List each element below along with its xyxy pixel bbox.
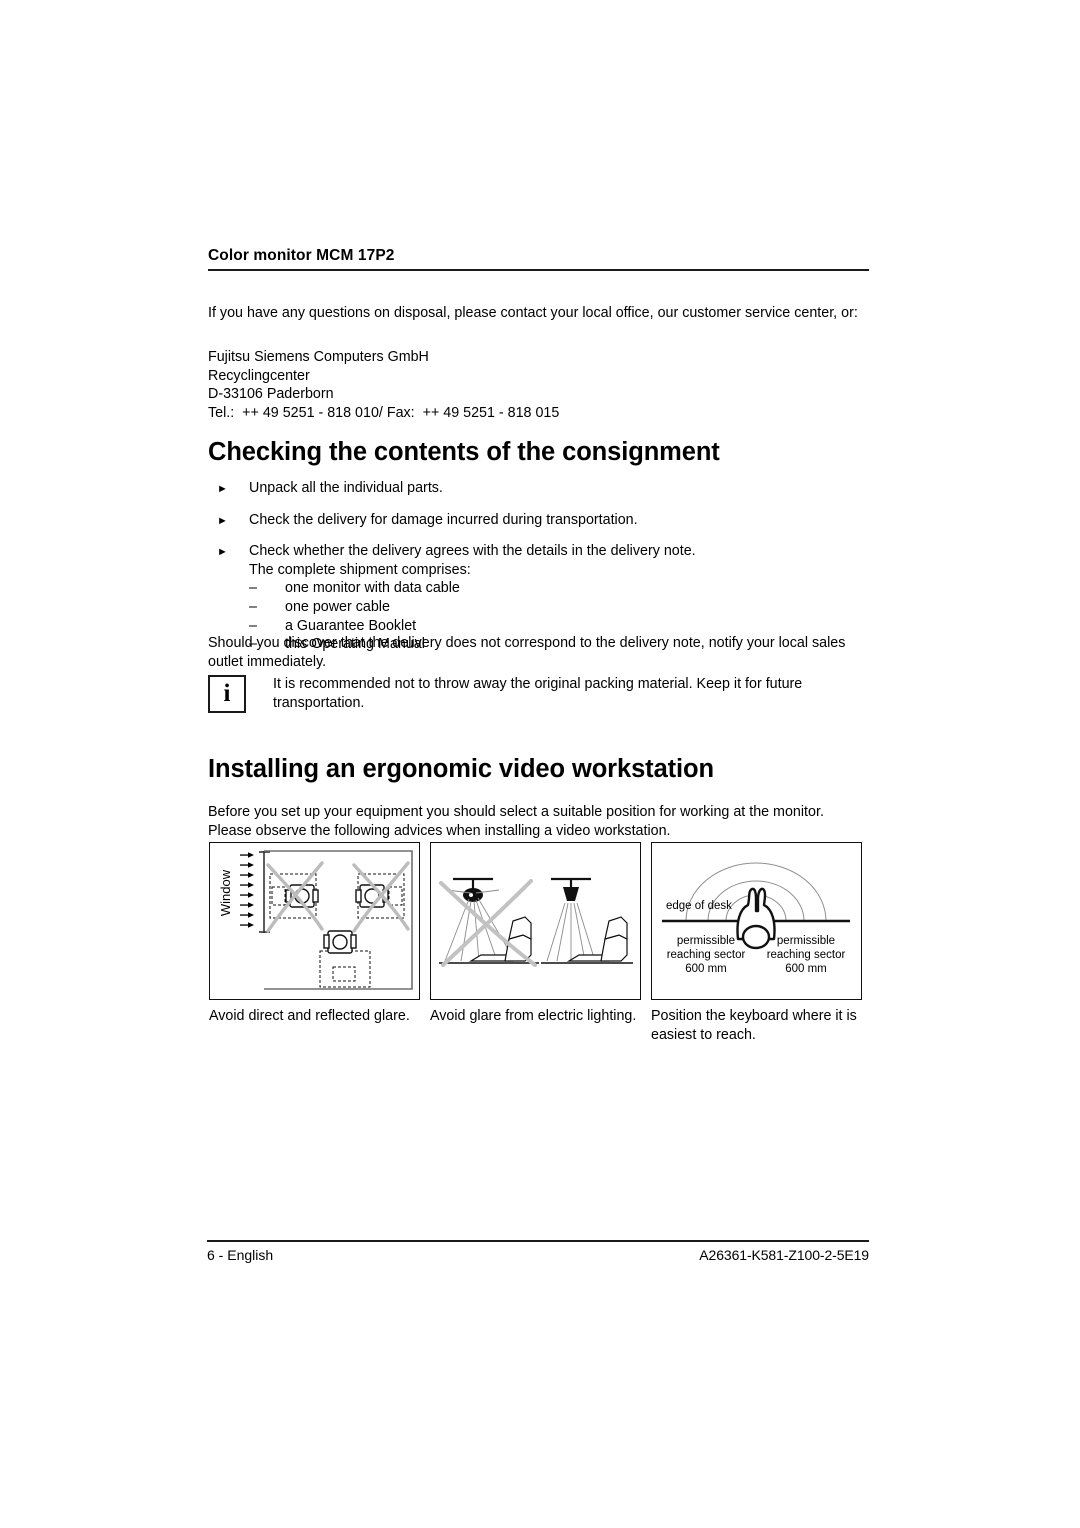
right-sector-line-2: reaching sector	[767, 949, 846, 961]
list-item-text: Check the delivery for damage incurred d…	[249, 511, 638, 528]
arrow-bullet-icon: ►	[217, 483, 228, 495]
dash-bullet-icon: –	[249, 598, 257, 615]
footer-page-number: 6 - English	[207, 1247, 274, 1263]
figure-captions: Avoid direct and reflected glare. Avoid …	[209, 1007, 863, 1044]
figure-caption: Avoid glare from electric lighting.	[430, 1008, 637, 1024]
figure-room-layout: Window	[209, 842, 420, 1000]
footer-rule	[207, 1240, 869, 1242]
right-sector-line-1: permissible	[777, 935, 835, 947]
page-footer: 6 - English A26361-K581-Z100-2-5E19	[207, 1246, 869, 1264]
arrow-bullet-icon: ►	[217, 546, 228, 559]
list-item-text: one power cable	[285, 598, 390, 615]
info-note: i It is recommended not to throw away th…	[208, 675, 869, 713]
list-item-subtext: The complete shipment comprises:	[249, 561, 471, 578]
list-item: ► Check the delivery for damage incurred…	[208, 511, 869, 530]
figure-row: Window edge of desk permissible reaching…	[209, 842, 863, 1000]
info-note-text: It is recommended not to throw away the …	[273, 676, 803, 711]
consignment-bullet-list: ► Unpack all the individual parts. ► Che…	[208, 479, 869, 654]
window-label: Window	[218, 869, 233, 916]
left-sector-line-1: permissible	[677, 935, 735, 947]
consignment-closing-paragraph: Should you discover that the delivery do…	[208, 635, 846, 670]
figure-reach-sector: edge of desk permissible reaching sector…	[651, 842, 862, 1000]
page-title: Color monitor MCM 17P2	[208, 247, 395, 264]
right-sector-line-3: 600 mm	[785, 963, 827, 975]
list-item: – one monitor with data cable	[249, 579, 869, 598]
list-item: – one power cable	[249, 598, 869, 617]
header-rule	[208, 269, 869, 271]
ceiling-lighting-illustration	[439, 877, 633, 967]
section-heading-workstation: Installing an ergonomic video workstatio…	[208, 755, 714, 783]
list-item-text: Unpack all the individual parts.	[249, 480, 443, 496]
address-line-4: Tel.: ++ 49 5251 - 818 010/ Fax: ++ 49 5…	[208, 404, 560, 421]
dash-bullet-icon: –	[249, 580, 257, 597]
left-sector-line-3: 600 mm	[685, 963, 727, 975]
left-sector-line-2: reaching sector	[667, 949, 746, 961]
list-item-text: Check whether the delivery agrees with t…	[249, 543, 696, 560]
running-header: Color monitor MCM 17P2	[208, 246, 869, 271]
workstation-intro-paragraph: Before you set up your equipment you sho…	[208, 804, 824, 839]
figure-caption: Position the keyboard where it is easies…	[651, 1008, 857, 1043]
dash-bullet-icon: –	[249, 617, 257, 634]
arrow-bullet-icon: ►	[217, 514, 228, 527]
room-layout-illustration: Window	[218, 850, 413, 990]
intro-paragraph: If you have any questions on disposal, p…	[208, 305, 858, 321]
list-item-text: a Guarantee Booklet	[285, 617, 417, 634]
reach-sector-illustration: edge of desk permissible reaching sector…	[662, 862, 850, 975]
info-icon-glyph: i	[223, 680, 231, 707]
figure-caption: Avoid direct and reflected glare.	[209, 1008, 410, 1024]
figure-ceiling-lighting	[430, 842, 641, 1000]
footer-document-id: A26361-K581-Z100-2-5E19	[699, 1247, 869, 1263]
address-line-2: Recyclingcenter	[208, 367, 310, 384]
section-heading-consignment: Checking the contents of the consignment	[208, 438, 720, 466]
address-line-1: Fujitsu Siemens Computers GmbH	[208, 349, 429, 365]
list-item-text: one monitor with data cable	[285, 580, 460, 597]
list-item: ► Unpack all the individual parts.	[208, 479, 869, 498]
document-page: Color monitor MCM 17P2 If you have any q…	[0, 0, 1080, 1528]
address-block: Fujitsu Siemens Computers GmbH Recycling…	[208, 348, 869, 422]
info-icon: i	[208, 675, 246, 713]
edge-of-desk-label: edge of desk	[666, 900, 732, 912]
address-line-3: D-33106 Paderborn	[208, 386, 334, 403]
list-item: – a Guarantee Booklet	[249, 617, 869, 636]
